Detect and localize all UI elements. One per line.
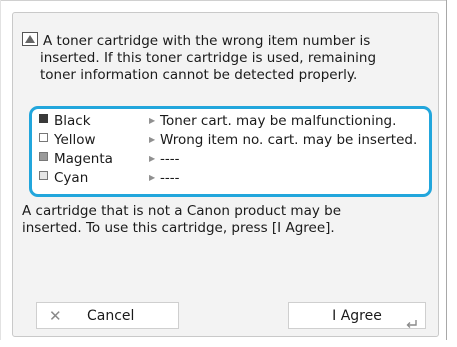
toner-row-magenta: Magenta ▶ ----: [39, 150, 180, 168]
black-swatch-icon: [39, 114, 48, 123]
toner-status-text: Wrong item no. cart. may be inserted.: [160, 132, 418, 148]
cancel-button[interactable]: ✕ Cancel: [36, 302, 179, 329]
top-divider: [0, 0, 446, 1]
magenta-swatch-icon: [39, 152, 48, 161]
instruction-line-1: A cartridge that is not a Canon product …: [22, 203, 342, 219]
agree-instructions: A cartridge that is not a Canon product …: [22, 203, 432, 237]
arrow-icon: ▶: [149, 173, 156, 182]
toner-row-black: Black ▶ Toner cart. may be malfunctioning.: [39, 112, 396, 130]
toner-row-yellow: Yellow ▶ Wrong item no. cart. may be inser…: [39, 131, 417, 149]
warning-message: A toner cartridge with the wrong item nu…: [22, 32, 422, 84]
toner-status-text: Toner cart. may be malfunctioning.: [160, 113, 397, 129]
toner-status-text: ----: [160, 151, 180, 167]
enter-icon: [406, 312, 418, 339]
arrow-icon: ▶: [149, 135, 156, 144]
message-line-3: toner information cannot be detected pro…: [40, 67, 358, 83]
instruction-line-2: inserted. To use this cartridge, press […: [22, 220, 335, 236]
toner-color-label: Black: [54, 113, 91, 129]
message-line-1: A toner cartridge with the wrong item nu…: [22, 32, 422, 50]
arrow-icon: ▶: [149, 116, 156, 125]
toner-status-list: Black ▶ Toner cart. may be malfunctioning.…: [29, 106, 432, 197]
toner-color-label: Magenta: [54, 151, 113, 167]
toner-row-cyan: Cyan ▶ ----: [39, 169, 180, 187]
left-divider: [0, 0, 1, 340]
arrow-icon: ▶: [149, 154, 156, 163]
close-icon: ✕: [49, 307, 62, 325]
agree-button-label: I Agree: [332, 308, 382, 324]
toner-color-label: Cyan: [54, 170, 89, 186]
agree-button[interactable]: I Agree: [288, 302, 426, 329]
cyan-swatch-icon: [39, 171, 48, 180]
toner-color-label: Yellow: [54, 132, 96, 148]
cancel-button-label: Cancel: [87, 308, 135, 324]
toner-status-text: ----: [160, 170, 180, 186]
yellow-swatch-icon: [39, 133, 48, 142]
warning-icon: [22, 32, 38, 46]
message-line-2: inserted. If this toner cartridge is use…: [40, 50, 377, 66]
